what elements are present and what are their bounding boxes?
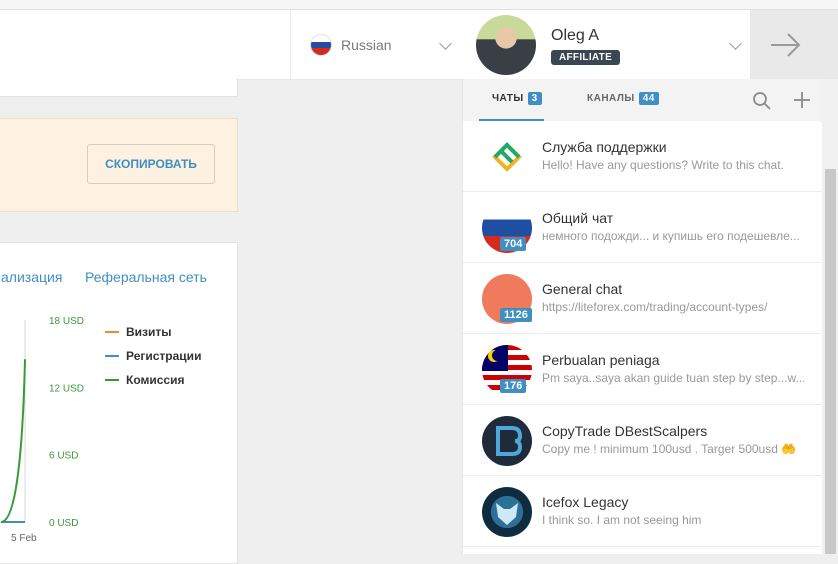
- liteforex-logo-icon: [482, 132, 532, 182]
- chat-item-general-ru[interactable]: 704 Общий чат немного подожди... и купиш…: [463, 192, 821, 263]
- tab-channels-count: 44: [638, 92, 659, 105]
- tab-chats[interactable]: ЧАТЫ 3: [492, 92, 542, 105]
- copy-button[interactable]: СКОПИРОВАТЬ: [87, 144, 215, 184]
- language-label: Russian: [341, 37, 392, 53]
- copytrade-logo-icon: [482, 416, 532, 466]
- window-top-strip: [0, 0, 838, 10]
- chat-name: Общий чат: [542, 210, 614, 226]
- unread-count-badge: 1126: [500, 308, 532, 322]
- commission-chart: 0 USD 6 USD 12 USD 18 USD 5 Feb Визиты Регистр…: [0, 316, 201, 544]
- chat-last-message: немного подожди... и купишь его подешевл…: [542, 229, 800, 243]
- add-icon[interactable]: [793, 91, 811, 109]
- chevron-down-icon: [729, 37, 742, 50]
- chat-last-message: Copy me ! minimum 100usd . Targer 500usd…: [542, 442, 797, 456]
- chat-name: CopyTrade DBestScalpers: [542, 423, 708, 439]
- user-name: Oleg A: [551, 27, 600, 44]
- y-tick-label: 18 USD: [49, 316, 84, 327]
- tab-channels-label: КАНАЛЫ: [587, 93, 635, 104]
- arrow-right-icon: [771, 33, 801, 57]
- legend-label-3: Комиссия: [126, 373, 184, 387]
- user-menu[interactable]: Oleg A AFFILIATE: [461, 10, 750, 79]
- chevron-down-icon: [439, 37, 452, 50]
- chat-tabs-bar: ЧАТЫ 3 КАНАЛЫ 44: [463, 79, 823, 122]
- series-line-3: [0, 359, 26, 523]
- info-card: [0, 78, 238, 97]
- tab-chats-count: 3: [527, 92, 542, 105]
- user-avatar: [476, 15, 536, 75]
- search-icon[interactable]: [752, 91, 772, 111]
- affiliate-badge: AFFILIATE: [551, 50, 621, 65]
- y-tick-label: 6 USD: [49, 451, 78, 462]
- legend-label-2: Регистрации: [126, 349, 201, 363]
- icefox-logo-icon: [482, 487, 532, 537]
- chat-last-message: Hello! Have any questions? Write to this…: [542, 158, 784, 172]
- chat-name: Icefox Legacy: [542, 494, 629, 510]
- unread-count-badge: 176: [500, 379, 527, 393]
- chat-panel: ЧАТЫ 3 КАНАЛЫ 44 Служба поддержки Hello! H…: [462, 79, 838, 554]
- referral-link-card: СКОПИРОВАТЬ: [0, 118, 238, 212]
- chat-list-scrollbar-thumb[interactable]: [825, 169, 836, 554]
- language-selector[interactable]: Russian: [290, 10, 462, 79]
- russia-flag-icon: [311, 35, 331, 55]
- y-tick-label: 0 USD: [49, 518, 78, 529]
- tab-chats-label: ЧАТЫ: [492, 93, 524, 104]
- statistics-card: ализация Реферальная сеть 0 USD 6 USD 12 U…: [0, 242, 238, 564]
- chat-last-message: Pm saya..saya akan guide tuan step by st…: [542, 371, 804, 385]
- legend-label-1: Визиты: [126, 325, 172, 339]
- logout-button[interactable]: [750, 10, 838, 79]
- tab-channels[interactable]: КАНАЛЫ 44: [587, 92, 659, 105]
- unread-count-badge: 704: [500, 237, 527, 251]
- chat-item-icefox[interactable]: Icefox Legacy I think so. I am not seein…: [463, 476, 821, 547]
- y-tick-label: 12 USD: [49, 383, 84, 394]
- chat-item-support[interactable]: Служба поддержки Hello! Have any questio…: [463, 121, 821, 192]
- chat-last-message: https://liteforex.com/trading/account-ty…: [542, 300, 768, 314]
- chat-item-copytrade[interactable]: CopyTrade DBestScalpers Copy me ! minimu…: [463, 405, 821, 476]
- chat-last-message: I think so. I am not seeing him: [542, 513, 702, 527]
- chat-name: Perbualan peniaga: [542, 352, 660, 368]
- chat-name: General chat: [542, 281, 623, 297]
- chat-item-general-en[interactable]: 1126 General chat https://liteforex.com/…: [463, 263, 821, 334]
- x-tick-label: 5 Feb: [11, 533, 37, 544]
- chat-item-perbualan[interactable]: 176 Perbualan peniaga Pm saya..saya akan…: [463, 334, 821, 405]
- chat-name: Служба поддержки: [542, 139, 667, 155]
